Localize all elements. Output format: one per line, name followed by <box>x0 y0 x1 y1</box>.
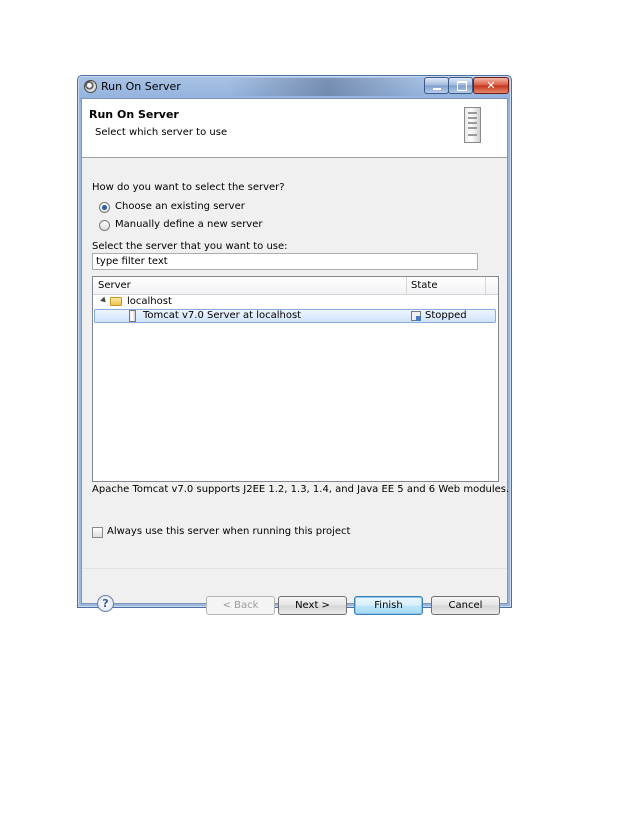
choose-existing-label: Choose an existing server <box>115 201 245 212</box>
localhost-label: localhost <box>127 296 172 307</box>
close-button[interactable]: ✕ <box>473 77 509 94</box>
dialog-body: Run On Server Select which server to use… <box>81 98 510 615</box>
help-button[interactable]: ? <box>97 595 114 612</box>
tree-row-localhost[interactable]: localhost <box>93 295 498 309</box>
select-server-label: Select the server that you want to use: <box>92 241 288 252</box>
choose-existing-radio[interactable] <box>99 202 110 213</box>
server-small-icon <box>129 310 136 322</box>
server-icon <box>464 107 481 143</box>
title-bar[interactable]: Run On Server ✕ <box>78 76 511 98</box>
maximize-button[interactable] <box>448 77 473 94</box>
stopped-state-icon <box>411 311 421 321</box>
wizard-banner: Run On Server Select which server to use <box>82 99 507 158</box>
cancel-button[interactable]: Cancel <box>431 596 500 615</box>
maximize-icon <box>457 81 467 91</box>
always-use-checkbox[interactable] <box>92 527 103 538</box>
select-server-question: How do you want to select the server? <box>92 182 285 193</box>
column-divider[interactable] <box>406 277 407 294</box>
server-table[interactable]: Server State localhost Tomcat v7.0 Serve… <box>92 276 499 482</box>
table-header: Server State <box>93 277 498 295</box>
minimize-icon <box>433 88 441 90</box>
column-divider[interactable] <box>485 277 486 294</box>
manually-define-label: Manually define a new server <box>115 219 263 230</box>
folder-icon <box>110 297 122 306</box>
always-use-label[interactable]: Always use this server when running this… <box>107 526 350 537</box>
banner-subtitle: Select which server to use <box>95 127 228 138</box>
server-name-cell: Tomcat v7.0 Server at localhost <box>143 310 302 321</box>
filter-input[interactable] <box>92 253 478 270</box>
gear-icon <box>84 80 97 93</box>
back-button[interactable]: < Back <box>206 596 275 615</box>
server-description: Apache Tomcat v7.0 supports J2EE 1.2, 1.… <box>92 484 510 495</box>
manually-define-radio[interactable] <box>99 220 110 231</box>
title-bar-glow <box>228 78 428 96</box>
tree-row-tomcat-server[interactable]: Tomcat v7.0 Server at localhost Stopped <box>94 309 496 323</box>
expand-arrow-icon[interactable] <box>100 296 108 305</box>
column-header-server[interactable]: Server <box>98 280 131 291</box>
column-header-state[interactable]: State <box>411 280 437 291</box>
run-on-server-window: Run On Server ✕ Run On Server Select whi… <box>77 75 512 615</box>
close-icon: ✕ <box>486 79 496 92</box>
banner-title: Run On Server <box>89 108 179 121</box>
next-button[interactable]: Next > <box>278 596 347 615</box>
window-title: Run On Server <box>101 80 181 93</box>
finish-button[interactable]: Finish <box>354 596 423 615</box>
footer-separator <box>82 568 507 569</box>
server-state-cell: Stopped <box>425 310 467 321</box>
minimize-button[interactable] <box>424 77 449 94</box>
